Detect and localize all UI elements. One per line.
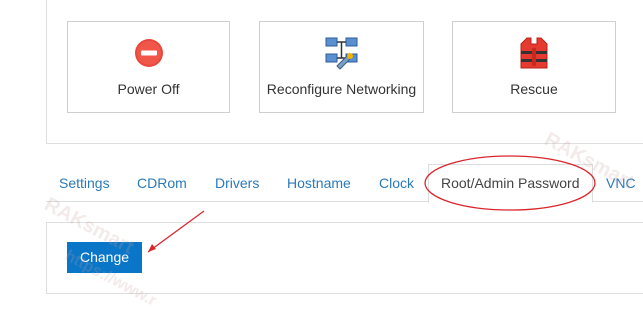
change-password-button[interactable]: Change — [67, 242, 142, 273]
tab-hostname[interactable]: Hostname — [287, 164, 351, 202]
tab-clock[interactable]: Clock — [379, 164, 414, 202]
power-off-label: Power Off — [117, 81, 180, 97]
power-off-card[interactable]: Power Off — [67, 21, 230, 113]
tab-settings[interactable]: Settings — [59, 164, 110, 202]
reconfigure-networking-card[interactable]: Reconfigure Networking — [259, 21, 424, 113]
tab-drivers[interactable]: Drivers — [215, 164, 259, 202]
tab-cdrom[interactable]: CDRom — [137, 164, 187, 202]
reconfigure-networking-label: Reconfigure Networking — [266, 81, 417, 97]
network-icon — [324, 36, 360, 70]
rescue-card[interactable]: Rescue — [452, 21, 616, 113]
tab-root-admin-password[interactable]: Root/Admin Password — [428, 164, 593, 203]
life-vest-icon — [516, 36, 552, 70]
power-off-icon — [131, 36, 167, 70]
rescue-label: Rescue — [510, 81, 558, 97]
tab-vnc[interactable]: VNC — [606, 164, 636, 202]
